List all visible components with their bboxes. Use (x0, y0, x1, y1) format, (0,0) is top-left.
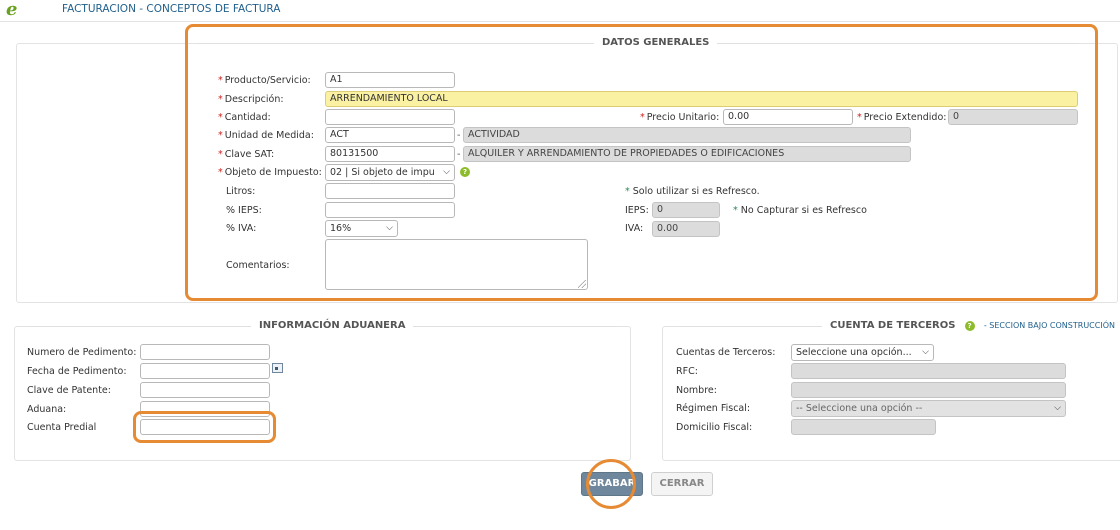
nombre-input (791, 382, 1066, 398)
cerrar-button[interactable]: CERRAR (651, 472, 713, 496)
rfc-label: RFC: (676, 366, 698, 377)
patente-input[interactable] (140, 382, 270, 398)
header-divider (0, 21, 1120, 22)
chevron-down-icon: ⌵ (1054, 403, 1061, 413)
cuentas-terceros-label: Cuentas de Terceros: (676, 347, 776, 358)
calendar-icon[interactable] (272, 363, 283, 373)
predial-highlight (133, 411, 276, 443)
domicilio-input (791, 419, 936, 435)
pedimento-input[interactable] (140, 344, 270, 360)
domicilio-label: Domicilio Fiscal: (676, 422, 753, 433)
under-construction-note: - SECCION BAJO CONSTRUCCIÓN (983, 321, 1115, 330)
predial-label: Cuenta Predial (27, 422, 97, 433)
page-title: FACTURACION - CONCEPTOS DE FACTURA (62, 3, 281, 15)
regimen-label: Régimen Fiscal: (676, 403, 751, 414)
grabar-highlight (586, 459, 636, 509)
pedimento-label: Numero de Pedimento: (27, 347, 137, 358)
aduanera-title: INFORMACIÓN ADUANERA (251, 320, 414, 331)
fecha-label: Fecha de Pedimento: (27, 366, 127, 377)
aduana-label: Aduana: (27, 404, 67, 415)
patente-label: Clave de Patente: (27, 385, 111, 396)
help-icon[interactable]: ? (964, 321, 975, 331)
fecha-input[interactable] (140, 363, 270, 379)
terceros-title: CUENTA DE TERCEROS ? - SECCION BAJO CONS… (822, 320, 1120, 331)
rfc-input (791, 363, 1066, 379)
chevron-down-icon: ⌵ (922, 347, 929, 357)
cuentas-terceros-select[interactable]: Seleccione una opción... ⌵ (791, 344, 934, 361)
regimen-select: -- Seleccione una opción -- ⌵ (791, 400, 1066, 417)
datos-generales-highlight (185, 24, 1098, 301)
app-logo: e (6, 0, 18, 20)
nombre-label: Nombre: (676, 385, 717, 396)
